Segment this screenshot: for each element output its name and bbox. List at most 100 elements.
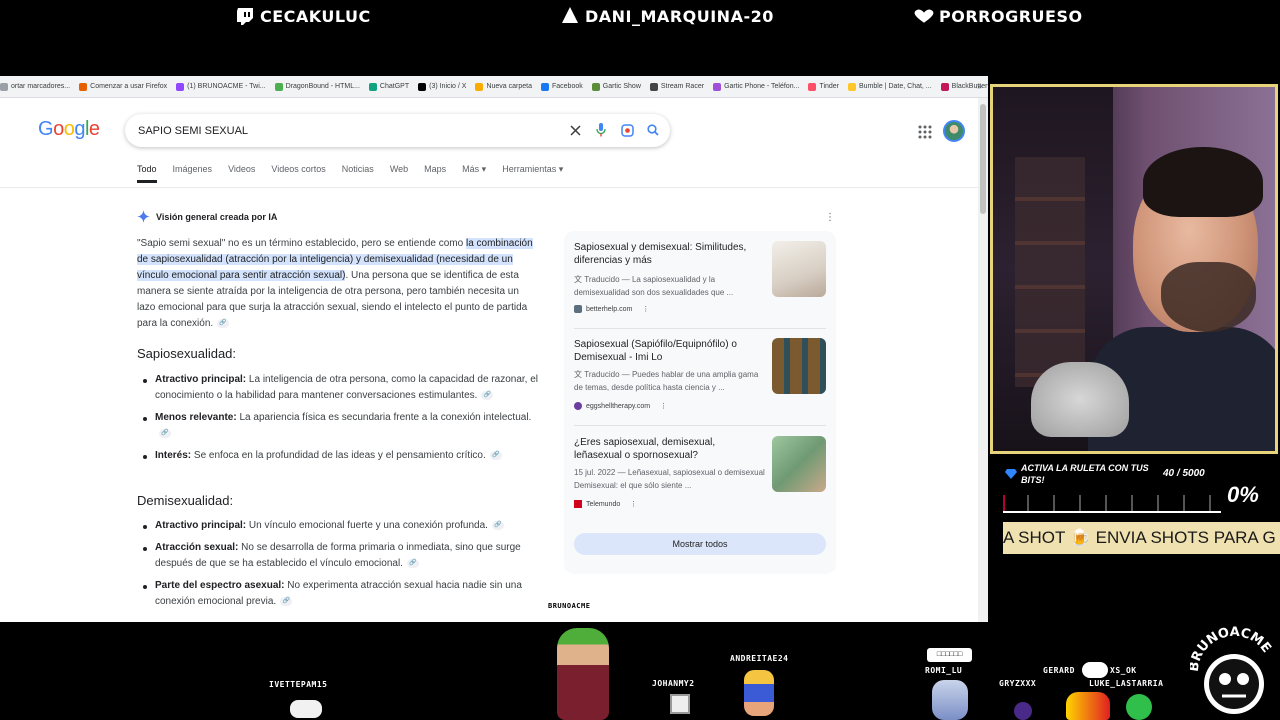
source-snippet: ⁠文 Traducido — La sapiosexualidad y la d… — [574, 275, 734, 297]
bookmark-label: Gartic Show — [602, 83, 641, 90]
list-item: Menos relevante: La apariencia física es… — [143, 410, 540, 442]
tab-más[interactable]: Más ▾ — [462, 164, 486, 183]
tab-videos[interactable]: Videos — [228, 164, 255, 183]
gemini-sparkle-icon — [137, 210, 150, 223]
list-item: Atractivo principal: Un vínculo emociona… — [143, 518, 540, 534]
more-options-icon[interactable]: ⋮ — [642, 305, 649, 313]
bookmark-favicon — [176, 82, 185, 91]
bookmark-favicon — [475, 82, 484, 91]
sapiosexualidad-list: Atractivo principal: La inteligencia de … — [143, 372, 540, 470]
progress-fill — [1003, 495, 1005, 511]
more-options-icon[interactable]: ⋮ — [660, 402, 667, 410]
tab-herramientas[interactable]: Herramientas ▾ — [502, 164, 563, 183]
bookmark-item[interactable]: Facebook — [541, 82, 583, 91]
ai-overview-intro: "Sapio semi sexual" no es un término est… — [137, 236, 537, 332]
citation-link-icon[interactable]: 🔗 — [159, 428, 171, 438]
bookmark-favicon — [541, 82, 549, 91]
bookmark-item[interactable]: ChatGPT — [368, 82, 409, 91]
tab-web[interactable]: Web — [390, 164, 408, 183]
source-thumbnail[interactable] — [772, 338, 826, 394]
more-options-icon[interactable]: ⋮ — [825, 212, 835, 223]
viewer-name: IVETTEPAM15 — [269, 680, 328, 689]
section-heading: Sapiosexualidad: — [137, 346, 237, 361]
source-title[interactable]: ¿Eres sapiosexual, demisexual, leñasexua… — [574, 436, 759, 462]
voice-search-icon[interactable] — [594, 121, 608, 139]
bookmark-item[interactable]: (3) Inicio / X — [418, 82, 467, 91]
search-input[interactable] — [138, 124, 538, 137]
google-logo[interactable]: Google — [38, 118, 100, 141]
bookmark-label: Nueva carpeta — [486, 83, 532, 90]
sponsor-name: CECAKULUC — [260, 6, 371, 26]
bookmark-label: (1) BRUNOACME - Twi... — [187, 83, 266, 90]
apps-grid-icon[interactable] — [917, 124, 933, 140]
bookmark-label: (3) Inicio / X — [429, 83, 467, 90]
source-card[interactable]: ¿Eres sapiosexual, demisexual, leñasexua… — [574, 436, 826, 524]
show-all-button[interactable]: Mostrar todos — [574, 533, 826, 555]
bookmark-item[interactable]: Comenzar a usar Firefox — [79, 82, 167, 91]
source-title[interactable]: Sapiosexual (Sapiófilo/Equipnófilo) o De… — [574, 338, 759, 364]
bookmark-label: Bumble | Date, Chat, ... — [859, 83, 932, 90]
sponsor-3: PORROGRUESO — [913, 4, 1083, 28]
bookmark-favicon — [79, 82, 88, 91]
citation-link-icon[interactable]: 🔗 — [406, 558, 419, 568]
bookmark-favicon — [848, 82, 857, 91]
account-avatar[interactable] — [943, 120, 965, 142]
page-scrollbar[interactable] — [978, 98, 988, 622]
more-options-icon[interactable]: ⋮ — [630, 500, 637, 508]
citation-link-icon[interactable]: 🔗 — [481, 390, 494, 400]
tab-imágenes[interactable]: Imágenes — [173, 164, 213, 183]
section-heading: Demisexualidad: — [137, 493, 234, 508]
citation-link-icon[interactable]: 🔗 — [491, 520, 504, 530]
citation-link-icon[interactable]: 🔗 — [280, 596, 293, 606]
source-thumbnail[interactable] — [772, 241, 826, 297]
source-card[interactable]: Sapiosexual y demisexual: Similitudes, d… — [574, 241, 826, 329]
bookmark-item[interactable]: Tinder — [808, 82, 839, 91]
bookmark-item[interactable]: (1) BRUNOACME - Twi... — [176, 82, 266, 91]
viewer-name: XS_OK — [1110, 666, 1137, 675]
bookmark-item[interactable]: Bumble | Date, Chat, ... — [848, 82, 932, 91]
lens-icon[interactable] — [620, 121, 634, 139]
bookmarks-overflow-icon[interactable]: » — [977, 81, 982, 91]
bookmark-label: Facebook — [552, 83, 583, 90]
sponsor-2: DANI_MARQUINA-20 — [559, 4, 774, 28]
sponsor-name: DANI_MARQUINA-20 — [585, 6, 774, 26]
source-title[interactable]: Sapiosexual y demisexual: Similitudes, d… — [574, 241, 759, 267]
scrollbar-thumb[interactable] — [980, 104, 986, 214]
tab-noticias[interactable]: Noticias — [342, 164, 374, 183]
bookmark-item[interactable]: Nueva carpeta — [475, 82, 532, 91]
source-snippet: 15 jul. 2022 — Leñasexual, sapiosexual o… — [574, 468, 765, 490]
citation-link-icon[interactable]: 🔗 — [489, 450, 502, 460]
bookmark-favicon — [649, 82, 658, 91]
source-thumbnail[interactable] — [772, 436, 826, 492]
sources-panel: Sapiosexual y demisexual: Similitudes, d… — [564, 231, 836, 574]
viewer-avatar — [670, 694, 690, 714]
bookmark-item[interactable]: Gartic Show — [591, 82, 641, 91]
search-icon[interactable] — [646, 121, 660, 139]
betterhelp-icon — [574, 305, 582, 313]
diamond-icon — [1005, 466, 1017, 484]
bookmark-item[interactable]: ortar marcadores... — [0, 82, 70, 91]
viewer-name: LUKE_LASTARRIA — [1089, 679, 1164, 688]
bookmark-item[interactable]: Stream Racer — [649, 82, 704, 91]
list-item: Atractivo principal: La inteligencia de … — [143, 372, 540, 404]
viewer-avatar — [1082, 662, 1108, 678]
bookmark-favicon — [713, 82, 722, 91]
tab-todo[interactable]: Todo — [137, 164, 157, 183]
clear-icon[interactable] — [568, 121, 582, 139]
intro-text: "Sapio semi sexual" no es un término est… — [137, 238, 466, 249]
viewer-name: GERARD — [1043, 666, 1075, 675]
source-snippet: 文 Traducido — Puedes hablar de una ampli… — [574, 370, 759, 392]
tab-videos-cortos[interactable]: Videos cortos — [271, 164, 325, 183]
list-item-term: Atractivo principal: — [155, 374, 247, 385]
citation-link-icon[interactable]: 🔗 — [217, 318, 230, 328]
list-item-text: Un vínculo emocional fuerte y una conexi… — [246, 520, 488, 531]
bits-goal-label: ACTIVA LA RULETA CON TUS BITS! — [1021, 463, 1149, 485]
bookmark-item[interactable]: Gartic Phone - Teléfon... — [713, 82, 799, 91]
tab-maps[interactable]: Maps — [424, 164, 446, 183]
list-item-term: Atracción sexual: — [155, 542, 239, 553]
bookmark-favicon — [808, 82, 817, 91]
translate-icon: 文 — [574, 275, 582, 284]
bookmark-item[interactable]: DragonBound - HTML... — [274, 82, 360, 91]
viewer-name: JOHANMY2 — [652, 679, 695, 688]
source-card[interactable]: Sapiosexual (Sapiófilo/Equipnófilo) o De… — [574, 338, 826, 426]
